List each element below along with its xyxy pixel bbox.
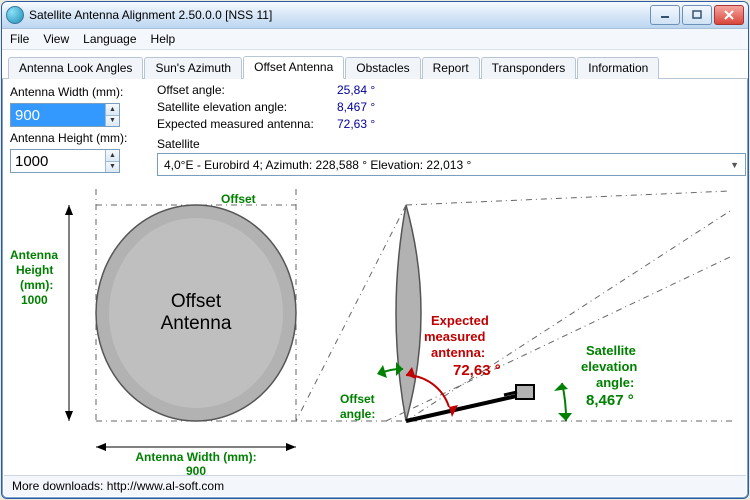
diagram-h3: (mm):: [20, 278, 53, 292]
diagram-hval: 1000: [21, 293, 48, 307]
tab-suns-azimuth[interactable]: Sun's Azimuth: [144, 57, 242, 79]
height-spinner: ▲ ▼: [105, 150, 119, 172]
minimize-icon: [660, 10, 670, 20]
maximize-icon: [692, 10, 702, 20]
tab-transponders[interactable]: Transponders: [481, 57, 577, 79]
tab-information[interactable]: Information: [577, 57, 659, 79]
menu-view[interactable]: View: [43, 32, 69, 46]
diagram-h2: Height: [16, 263, 53, 277]
window-title: Satellite Antenna Alignment 2.50.0.0 [NS…: [29, 8, 650, 22]
diagram-exp3: antenna:: [431, 345, 485, 360]
app-icon: [6, 6, 24, 24]
width-spin-up[interactable]: ▲: [105, 104, 119, 116]
diagram-wval: 900: [186, 464, 206, 475]
maximize-button[interactable]: [682, 5, 712, 25]
height-spin-down[interactable]: ▼: [105, 162, 119, 173]
diagram-h1: Antenna: [10, 248, 58, 262]
calc-block: Offset angle: 25,84 ° Satellite elevatio…: [157, 83, 375, 134]
antenna-height-input[interactable]: [11, 150, 105, 172]
diagram-sev: 8,467 °: [586, 392, 634, 409]
diagram-se3: angle:: [596, 375, 634, 390]
diagram-offset-center2: Antenna: [161, 313, 232, 334]
diagram-exp2: measured: [424, 329, 485, 344]
tab-content: Antenna Width (mm): ▲ ▼ Antenna Height (…: [2, 79, 748, 483]
height-spin-up[interactable]: ▲: [105, 150, 119, 162]
sat-elev-value: 8,467 °: [337, 100, 375, 117]
diagram-wlabel: Antenna Width (mm):: [135, 450, 256, 464]
antenna-width-input-wrap: ▲ ▼: [10, 103, 120, 127]
measured-antenna-value: 72,63 °: [337, 117, 375, 134]
status-text: More downloads: http://www.al-soft.com: [12, 479, 224, 493]
diagram-exp1: Expected: [431, 313, 489, 328]
titlebar: Satellite Antenna Alignment 2.50.0.0 [NS…: [2, 2, 748, 29]
tab-offset-antenna[interactable]: Offset Antenna: [243, 56, 344, 79]
chevron-down-icon: ▼: [730, 160, 739, 170]
diagram-expv: 72,63 °: [453, 362, 501, 379]
menu-language[interactable]: Language: [83, 32, 136, 46]
menu-help[interactable]: Help: [151, 32, 176, 46]
offset-diagram: Offset Offset Antenna Antenna Height (mm…: [6, 189, 732, 475]
diagram-offset-top: Offset: [221, 192, 256, 206]
diagram-offset-center1: Offset: [171, 291, 222, 312]
close-icon: [724, 10, 734, 20]
satellite-selected: 4,0°E - Eurobird 4; Azimuth: 228,588 ° E…: [164, 158, 471, 172]
tab-antenna-look-angles[interactable]: Antenna Look Angles: [8, 57, 143, 79]
tabs: Antenna Look Angles Sun's Azimuth Offset…: [2, 50, 748, 79]
offset-angle-value: 25,84 °: [337, 83, 375, 100]
minimize-button[interactable]: [650, 5, 680, 25]
app-window: Satellite Antenna Alignment 2.50.0.0 [NS…: [1, 1, 749, 499]
diagram-se1: Satellite: [586, 343, 636, 358]
tab-obstacles[interactable]: Obstacles: [345, 57, 420, 79]
diagram-offang2: angle:: [340, 407, 375, 421]
antenna-width-input[interactable]: [11, 104, 105, 126]
tab-report[interactable]: Report: [422, 57, 480, 79]
width-spinner: ▲ ▼: [105, 104, 119, 126]
diagram-se2: elevation: [581, 359, 637, 374]
statusbar: More downloads: http://www.al-soft.com: [4, 475, 746, 496]
satellite-label: Satellite: [157, 137, 200, 151]
close-button[interactable]: [714, 5, 744, 25]
sat-elev-label: Satellite elevation angle:: [157, 100, 337, 117]
antenna-height-input-wrap: ▲ ▼: [10, 149, 120, 173]
measured-antenna-label: Expected measured antenna:: [157, 117, 337, 134]
menu-file[interactable]: File: [10, 32, 29, 46]
offset-angle-label: Offset angle:: [157, 83, 337, 100]
satellite-select[interactable]: 4,0°E - Eurobird 4; Azimuth: 228,588 ° E…: [157, 153, 746, 176]
diagram-offang1: Offset: [340, 392, 375, 406]
width-spin-down[interactable]: ▼: [105, 116, 119, 127]
menubar: File View Language Help: [2, 29, 748, 50]
